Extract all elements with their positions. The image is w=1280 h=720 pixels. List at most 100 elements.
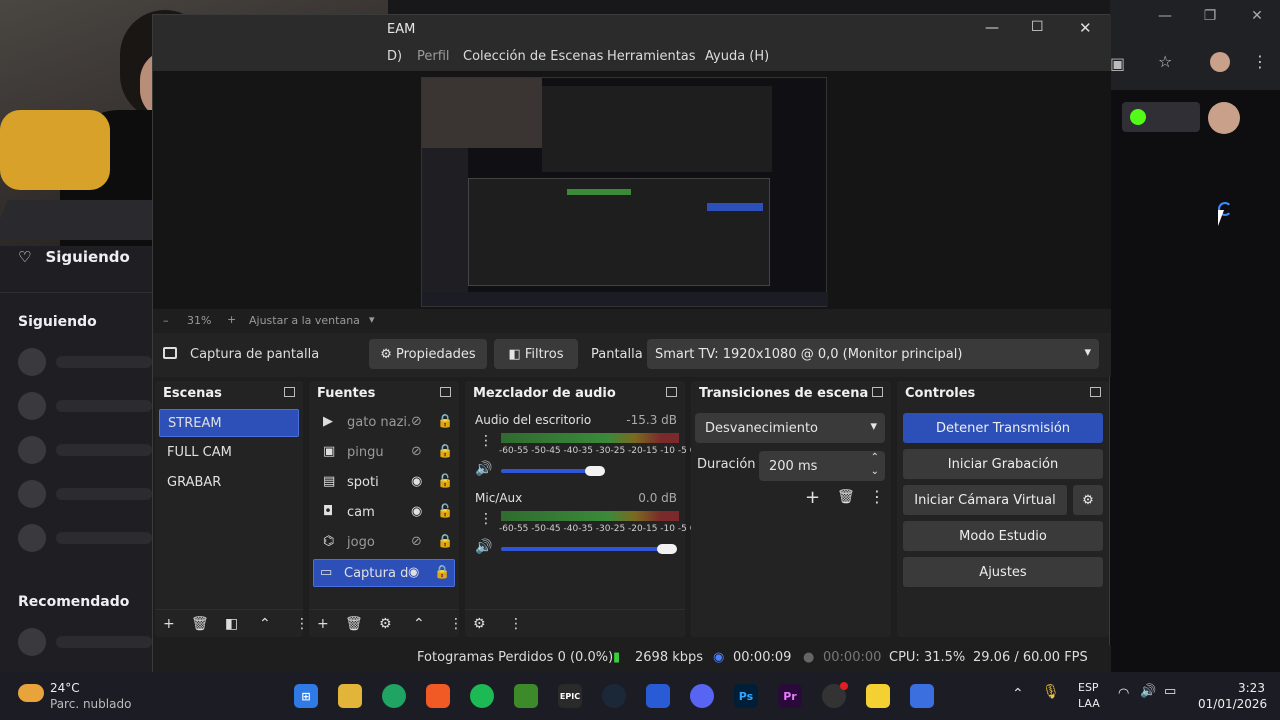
clock-time[interactable]: 3:23 [1238, 681, 1265, 695]
chevron-up-icon[interactable]: ⌃ [871, 452, 879, 463]
obs-icon[interactable] [822, 682, 848, 708]
file-explorer-icon[interactable] [338, 684, 362, 708]
menu-item-profile[interactable]: Perfil [417, 49, 450, 64]
duration-stepper[interactable]: 200 ms ⌃ ⌄ [759, 451, 885, 481]
unlock-icon[interactable]: 🔓 [437, 474, 453, 489]
add-icon[interactable]: + [805, 487, 820, 508]
keyboard-layout[interactable]: LAA [1078, 697, 1100, 710]
lock-icon[interactable]: 🔒 [437, 414, 453, 429]
popout-icon[interactable] [666, 387, 677, 397]
filter-icon[interactable]: ◧ [225, 616, 238, 632]
preview-area[interactable] [153, 71, 1111, 309]
epic-games-icon[interactable]: EPIC [558, 684, 582, 708]
speaker-icon[interactable]: 🔊 [475, 461, 492, 477]
display-select[interactable]: Smart TV: 1920x1080 @ 0,0 (Monitor princ… [647, 339, 1099, 369]
source-item[interactable]: ◘ cam ◉ 🔓 [313, 499, 455, 527]
eye-icon[interactable]: ◉ [411, 504, 422, 519]
source-item[interactable]: ⌬ jogo ⊘ 🔒 [313, 529, 455, 557]
obs-maximize-icon[interactable]: ☐ [1031, 19, 1044, 35]
premiere-icon[interactable]: Pr [778, 684, 802, 708]
virtual-camera-button[interactable]: Iniciar Cámara Virtual [903, 485, 1067, 515]
extension-icon[interactable]: ▣ [1110, 54, 1125, 73]
battery-icon[interactable]: ▭ [1164, 684, 1176, 699]
chrome-icon[interactable] [382, 684, 406, 708]
kick-button[interactable] [1122, 102, 1200, 132]
advanced-audio-icon[interactable]: ⚙ [473, 616, 486, 632]
app-icon[interactable] [646, 684, 670, 708]
filters-button[interactable]: ◧ Filtros [494, 339, 578, 369]
volume-slider[interactable] [501, 547, 669, 551]
minimize-icon[interactable]: — [1150, 8, 1180, 24]
lock-icon[interactable]: 🔒 [437, 444, 453, 459]
volume-knob[interactable] [585, 466, 605, 476]
trash-icon[interactable]: 🗑 [345, 616, 363, 632]
chevron-up-icon[interactable]: ⌃ [413, 616, 425, 632]
settings-button[interactable]: Ajustes [903, 557, 1103, 587]
more-menu-icon[interactable]: ⋮ [1252, 52, 1268, 71]
more-icon[interactable]: ⋮ [509, 616, 523, 632]
windows-start-icon[interactable]: ⊞ [294, 684, 318, 708]
source-item[interactable]: ▶ gato nazi. ⊘ 🔒 [313, 409, 455, 437]
zoom-in-button[interactable]: + [227, 313, 236, 326]
roblox-icon[interactable] [910, 684, 934, 708]
zoom-out-button[interactable]: – [163, 314, 169, 327]
source-item[interactable]: ▤ spoti ◉ 🔓 [313, 469, 455, 497]
source-item-selected[interactable]: ▭ Captura d ◉ 🔒 [313, 559, 455, 587]
obs-close-icon[interactable]: ✕ [1079, 19, 1092, 37]
lock-icon[interactable]: 🔒 [434, 565, 450, 580]
source-item[interactable]: ▣ pingu ⊘ 🔒 [313, 439, 455, 467]
popout-icon[interactable] [1090, 387, 1101, 397]
eye-hidden-icon[interactable]: ⊘ [411, 444, 422, 459]
eye-icon[interactable]: ◉ [411, 474, 422, 489]
sticky-notes-icon[interactable] [866, 684, 890, 708]
virtual-camera-settings-button[interactable]: ⚙ [1073, 485, 1103, 515]
more-icon[interactable]: ⋮ [869, 487, 885, 506]
spotify-icon[interactable] [470, 684, 494, 708]
steam-icon[interactable] [602, 684, 626, 708]
trash-icon[interactable]: 🗑 [837, 489, 855, 505]
studio-mode-button[interactable]: Modo Estudio [903, 521, 1103, 551]
scene-item[interactable]: STREAM [159, 409, 299, 437]
more-icon[interactable]: ⋮ [479, 433, 493, 449]
volume-icon[interactable]: 🔊 [1140, 684, 1156, 699]
fit-window-label[interactable]: Ajustar a la ventana [249, 314, 360, 327]
close-icon[interactable]: ✕ [1242, 8, 1272, 24]
more-icon[interactable]: ⋮ [479, 511, 493, 527]
more-icon[interactable]: ⋮ [449, 616, 463, 632]
add-icon[interactable]: + [317, 616, 329, 632]
menu-item-tools[interactable]: Herramientas [607, 49, 696, 64]
zoom-dropdown-icon[interactable]: ▾ [369, 313, 375, 326]
chevron-down-icon[interactable]: ⌄ [871, 466, 879, 477]
properties-button[interactable]: ⚙ Propiedades [369, 339, 487, 369]
add-icon[interactable]: + [163, 616, 175, 632]
transition-select[interactable]: Desvanecimiento ▾ [695, 413, 885, 443]
minecraft-icon[interactable] [514, 684, 538, 708]
eye-hidden-icon[interactable]: ⊘ [411, 414, 422, 429]
eye-icon[interactable]: ◉ [408, 565, 419, 580]
language[interactable]: ESP [1078, 681, 1099, 694]
eye-hidden-icon[interactable]: ⊘ [411, 534, 422, 549]
popout-icon[interactable] [440, 387, 451, 397]
brave-icon[interactable] [426, 684, 450, 708]
obs-minimize-icon[interactable]: — [985, 20, 999, 36]
clock-date[interactable]: 01/01/2026 [1198, 697, 1267, 711]
unlock-icon[interactable]: 🔓 [437, 504, 453, 519]
start-recording-button[interactable]: Iniciar Grabación [903, 449, 1103, 479]
weather-icon[interactable] [18, 684, 44, 702]
stop-stream-button[interactable]: Detener Transmisión [903, 413, 1103, 443]
popout-icon[interactable] [872, 387, 883, 397]
discord-icon[interactable] [690, 684, 714, 708]
photoshop-icon[interactable]: Ps [734, 684, 758, 708]
scene-item[interactable]: FULL CAM [159, 439, 299, 467]
volume-knob[interactable] [657, 544, 677, 554]
menu-item[interactable]: D) [387, 49, 402, 64]
following-link[interactable]: ♡ Siguiendo [18, 248, 130, 266]
chevron-up-icon[interactable]: ⌃ [259, 616, 271, 632]
microphone-icon[interactable]: 🎙 [1042, 684, 1060, 700]
scene-item[interactable]: GRABAR [159, 469, 299, 497]
speaker-icon[interactable]: 🔊 [475, 539, 492, 555]
wifi-icon[interactable]: ◠ [1118, 686, 1129, 701]
user-avatar[interactable] [1208, 102, 1240, 134]
profile-avatar[interactable] [1210, 52, 1230, 72]
menu-item-help[interactable]: Ayuda (H) [705, 49, 769, 64]
